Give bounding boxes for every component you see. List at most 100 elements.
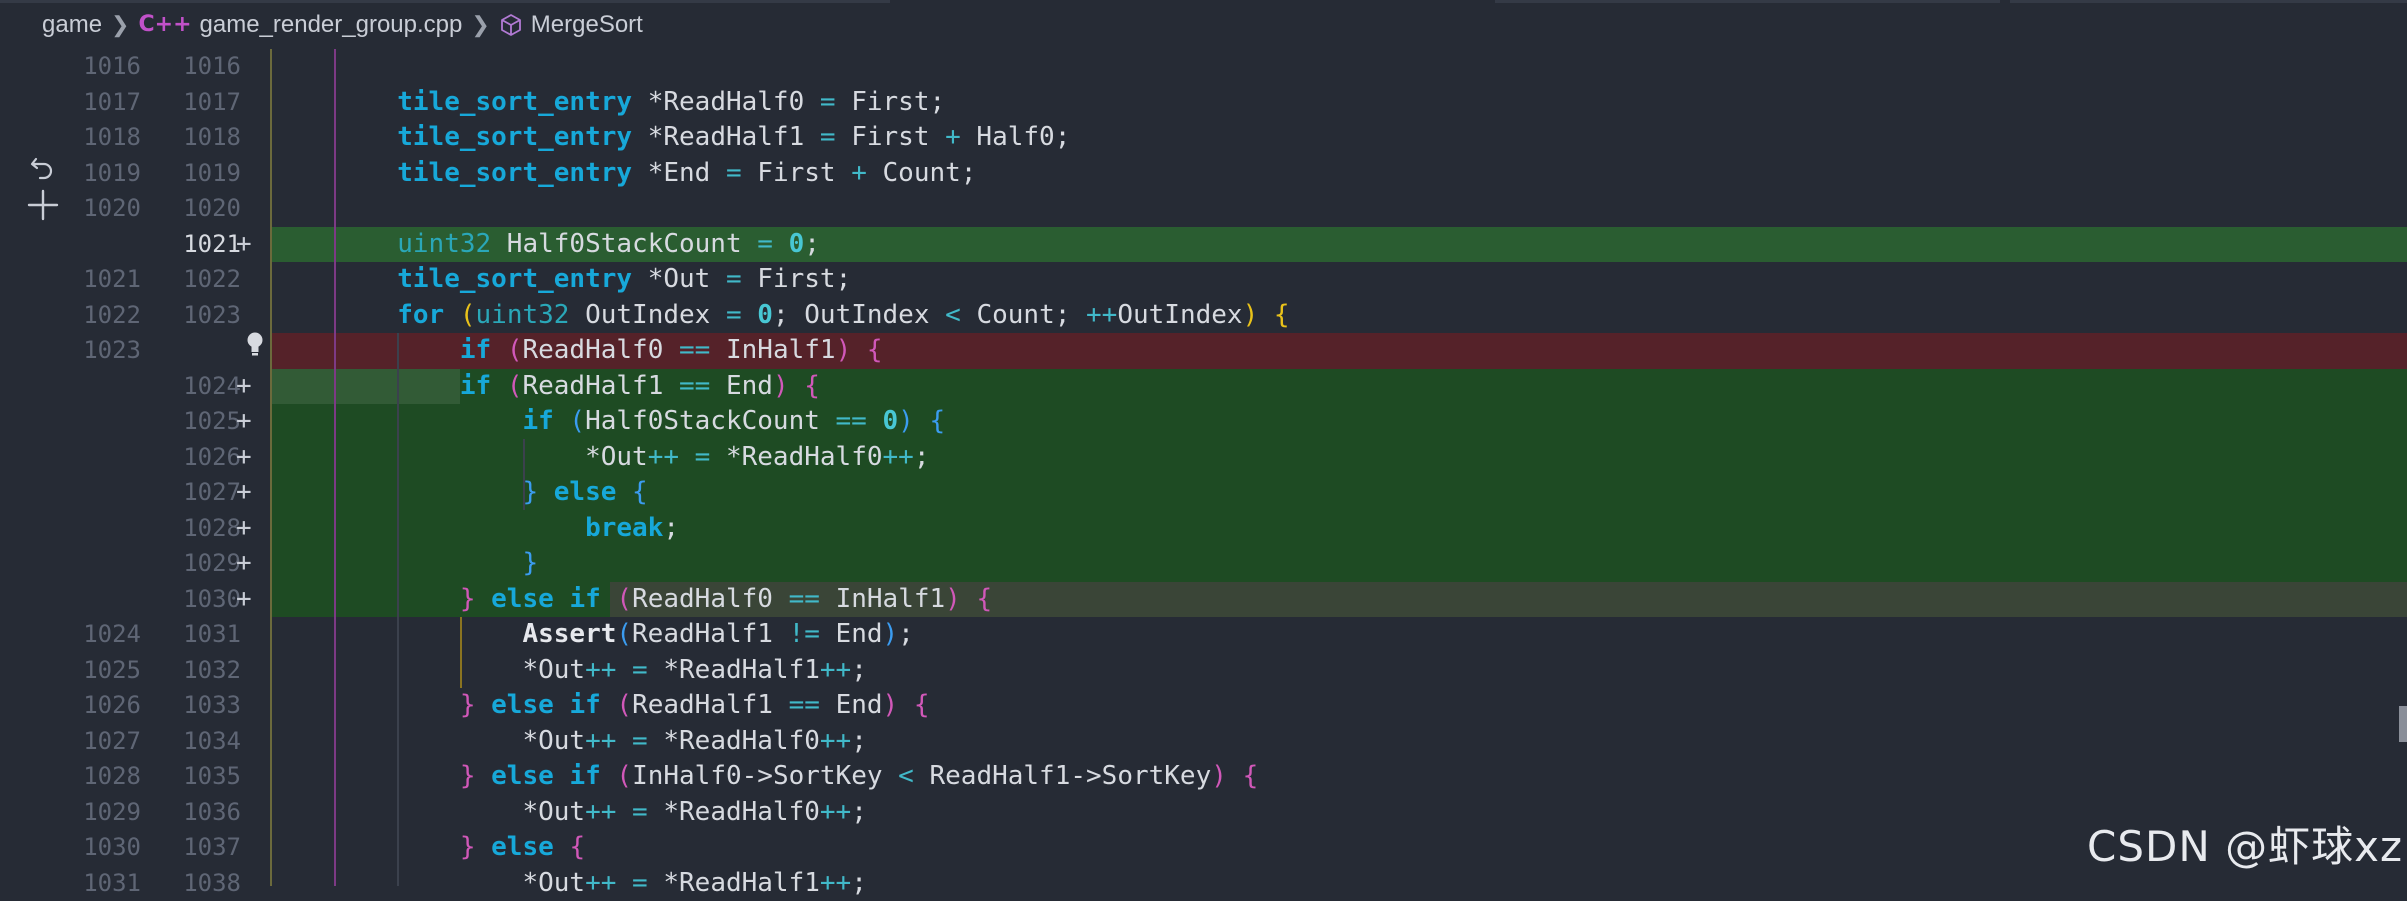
chevron-right-icon: ❯ [471, 12, 489, 38]
code-line[interactable]: 1016 1016 [0, 49, 2407, 85]
added-marker-icon: + [236, 227, 252, 263]
code-text: if (Half0StackCount == 0) { [272, 404, 945, 440]
new-line-number: 1033 [175, 688, 241, 724]
new-line-number: 1027 [175, 475, 241, 511]
added-line[interactable]: 1025 + if (Half0StackCount == 0) { [0, 404, 2407, 440]
old-line-number: 1023 [75, 333, 141, 369]
cube-method-icon [499, 13, 523, 37]
code-text: Assert(ReadHalf1 != End); [272, 617, 914, 653]
old-line-number: 1022 [75, 298, 141, 334]
tab-strip-edge [1495, 0, 2000, 3]
added-line[interactable]: 1026 + *Out++ = *ReadHalf0++; [0, 440, 2407, 476]
code-text: tile_sort_entry *End = First + Count; [272, 156, 976, 192]
code-line[interactable]: 1027 1034 *Out++ = *ReadHalf0++; [0, 724, 2407, 760]
old-line-number: 1017 [75, 85, 141, 121]
added-line[interactable]: 1021 + uint32 Half0StackCount = 0; [0, 227, 2407, 263]
tab-strip-edge [0, 0, 890, 3]
indent-guide [334, 49, 336, 886]
old-line-number: 1020 [75, 191, 141, 227]
cpp-file-icon: C++ [138, 12, 191, 37]
code-line[interactable]: 1030 1037 } else { [0, 830, 2407, 866]
code-text: } [272, 546, 538, 582]
new-line-number: 1016 [175, 49, 241, 85]
old-line-number: 1031 [75, 866, 141, 901]
breadcrumb: game ❯ C++ game_render_group.cpp ❯ Merge… [0, 0, 2407, 49]
added-marker-icon: + [236, 404, 252, 440]
new-line-number: 1036 [175, 795, 241, 831]
old-line-number: 1026 [75, 688, 141, 724]
watermark: CSDN @虾球xz [2087, 813, 2403, 874]
added-marker-icon: + [236, 582, 252, 618]
old-line-number: 1018 [75, 120, 141, 156]
code-line[interactable]: 1017 1017 tile_sort_entry *ReadHalf0 = F… [0, 85, 2407, 121]
lightbulb-icon[interactable] [244, 331, 266, 357]
code-text: if (ReadHalf1 == End) { [272, 369, 820, 405]
old-line-number: 1016 [75, 49, 141, 85]
scrollbar-marker[interactable] [2399, 706, 2407, 742]
tab-strip-edge [2010, 0, 2407, 3]
old-line-number: 1028 [75, 759, 141, 795]
new-line-number: 1032 [175, 653, 241, 689]
code-line[interactable]: 1025 1032 *Out++ = *ReadHalf1++; [0, 653, 2407, 689]
code-line[interactable]: 1019 1019 tile_sort_entry *End = First +… [0, 156, 2407, 192]
code-line[interactable]: 1024 1031 Assert(ReadHalf1 != End); [0, 617, 2407, 653]
indent-guide [397, 333, 399, 886]
chevron-right-icon: ❯ [111, 12, 129, 38]
new-line-number: 1020 [175, 191, 241, 227]
new-line-number: 1023 [175, 298, 241, 334]
old-line-number: 1025 [75, 653, 141, 689]
code-text: *Out++ = *ReadHalf0++; [272, 795, 867, 831]
added-line[interactable]: 1030 + } else if (ReadHalf0 == InHalf1) … [0, 582, 2407, 618]
new-line-number: 1017 [175, 85, 241, 121]
breadcrumb-file[interactable]: C++ game_render_group.cpp [138, 11, 462, 39]
removed-line[interactable]: 1023 if (ReadHalf0 == InHalf1) { [0, 333, 2407, 369]
code-text: tile_sort_entry *ReadHalf1 = First + Hal… [272, 120, 1070, 156]
code-line[interactable]: 1026 1033 } else if (ReadHalf1 == End) { [0, 688, 2407, 724]
code-line[interactable]: 1029 1036 *Out++ = *ReadHalf0++; [0, 795, 2407, 831]
breadcrumb-symbol-label: MergeSort [531, 11, 643, 39]
new-line-number: 1021 [175, 227, 241, 263]
added-line[interactable]: 1029 + } [0, 546, 2407, 582]
added-line[interactable]: 1028 + break; [0, 511, 2407, 547]
code-text: *Out++ = *ReadHalf1++; [272, 866, 867, 901]
added-marker-icon: + [236, 440, 252, 476]
new-line-number: 1018 [175, 120, 241, 156]
plus-icon[interactable] [26, 188, 60, 222]
code-text: } else if (ReadHalf1 == End) { [272, 688, 930, 724]
code-line[interactable]: 1028 1035 } else if (InHalf0->SortKey < … [0, 759, 2407, 795]
new-line-number: 1029 [175, 546, 241, 582]
revert-change-icon[interactable] [28, 155, 60, 187]
old-line-number: 1019 [75, 156, 141, 192]
code-text: } else if (ReadHalf0 == InHalf1) { [272, 582, 992, 618]
code-text: *Out++ = *ReadHalf0++; [272, 440, 929, 476]
code-line[interactable]: 1020 1020 [0, 191, 2407, 227]
old-line-number: 1024 [75, 617, 141, 653]
new-line-number: 1037 [175, 830, 241, 866]
code-text: *Out++ = *ReadHalf0++; [272, 724, 867, 760]
new-line-number: 1031 [175, 617, 241, 653]
code-line[interactable]: 1021 1022 tile_sort_entry *Out = First; [0, 262, 2407, 298]
code-line[interactable]: 1031 1038 *Out++ = *ReadHalf1++; [0, 866, 2407, 901]
code-line[interactable]: 1018 1018 tile_sort_entry *ReadHalf1 = F… [0, 120, 2407, 156]
added-line[interactable]: 1027 + } else { [0, 475, 2407, 511]
code-text: tile_sort_entry *Out = First; [272, 262, 851, 298]
old-line-number: 1029 [75, 795, 141, 831]
code-text: if (ReadHalf0 == InHalf1) { [272, 333, 883, 369]
new-line-number: 1025 [175, 404, 241, 440]
new-line-number: 1019 [175, 156, 241, 192]
added-line[interactable]: 1024 + if (ReadHalf1 == End) { [0, 369, 2407, 405]
old-line-number: 1027 [75, 724, 141, 760]
new-line-number: 1030 [175, 582, 241, 618]
indent-guide [523, 439, 525, 510]
code-line[interactable]: 1022 1023 for (uint32 OutIndex = 0; OutI… [0, 298, 2407, 334]
diff-editor[interactable]: 1016 1016 1017 1017 tile_sort_entry *Rea… [0, 49, 2407, 886]
breadcrumb-folder[interactable]: game [42, 11, 102, 39]
breadcrumb-file-label: game_render_group.cpp [200, 11, 463, 39]
code-text: } else { [272, 475, 648, 511]
old-line-number: 1030 [75, 830, 141, 866]
breadcrumb-folder-label: game [42, 11, 102, 39]
breadcrumb-symbol[interactable]: MergeSort [499, 11, 643, 39]
code-text: for (uint32 OutIndex = 0; OutIndex < Cou… [272, 298, 1290, 334]
added-line-highlight [272, 546, 2407, 582]
added-marker-icon: + [236, 546, 252, 582]
